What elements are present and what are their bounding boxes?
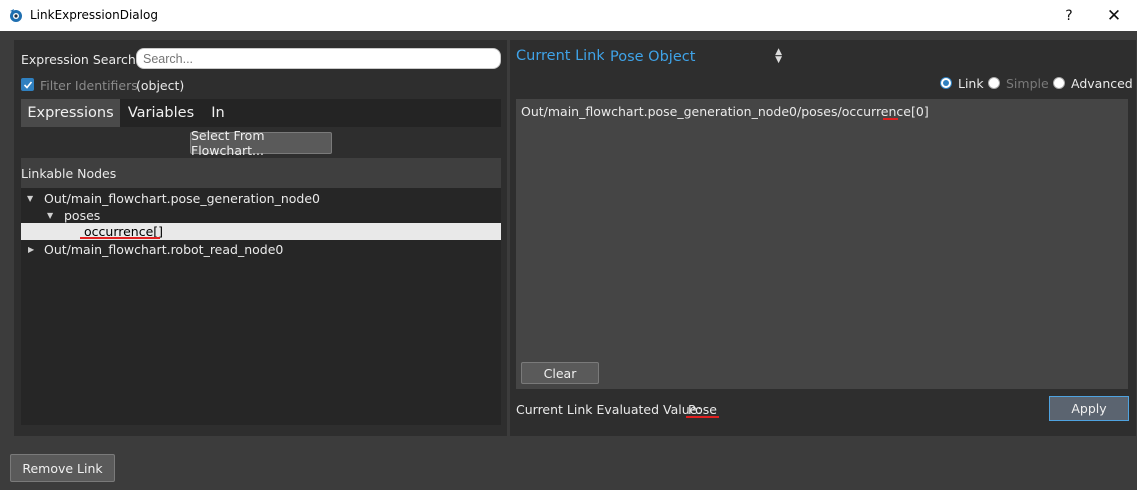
tree-item-label: Out/main_flowchart.robot_read_node0 (44, 242, 284, 257)
window-title: LinkExpressionDialog (30, 8, 158, 22)
expand-arrow-icon[interactable]: ▼ (47, 211, 53, 220)
error-underline (883, 117, 898, 120)
current-link-value: Pose Object (610, 49, 696, 65)
current-link-select[interactable]: Pose Object ▲ ▼ (604, 46, 788, 68)
close-button[interactable]: ✕ (1091, 0, 1137, 31)
mode-advanced-radio[interactable] (1053, 77, 1065, 89)
tab-expressions[interactable]: Expressions (21, 99, 120, 127)
mode-simple-label: Simple (1006, 76, 1049, 91)
mode-link-label: Link (958, 76, 984, 91)
current-link-label: Current Link: (516, 48, 610, 64)
expand-arrow-icon[interactable]: ▼ (27, 194, 33, 203)
expression-editor[interactable]: Out/main_flowchart.pose_generation_node0… (516, 99, 1128, 389)
mode-advanced-label: Advanced (1071, 76, 1133, 91)
title-bar: LinkExpressionDialog ? ✕ (0, 0, 1137, 31)
check-icon (23, 80, 32, 89)
filter-identifiers-value: (object) (136, 78, 185, 93)
tree-item-label: Out/main_flowchart.pose_generation_node0 (44, 191, 320, 206)
tab-variables[interactable]: Variables (120, 99, 202, 127)
tab-in[interactable]: In (202, 99, 234, 127)
app-icon (10, 9, 22, 22)
help-button[interactable]: ? (1046, 0, 1092, 31)
footer (0, 443, 1137, 490)
tree-item-robot-read-node[interactable]: ▶ Out/main_flowchart.robot_read_node0 (21, 241, 501, 258)
tree-item-pose-generation-node[interactable]: ▼ Out/main_flowchart.pose_generation_nod… (21, 190, 501, 207)
select-from-flowchart-button[interactable]: Select From Flowchart... (190, 128, 332, 158)
remove-link-button[interactable]: Remove Link (10, 454, 115, 482)
tree-item-label: poses (64, 208, 101, 223)
tab-bar: Expressions Variables In (21, 99, 501, 127)
filter-identifiers-checkbox[interactable] (21, 78, 34, 91)
collapse-arrow-icon[interactable]: ▶ (28, 245, 34, 254)
clear-button[interactable]: Clear (521, 362, 599, 384)
expression-search-label: Expression Search: (21, 52, 140, 67)
error-underline (686, 415, 719, 418)
mode-link-radio[interactable] (940, 77, 952, 89)
error-underline (80, 236, 160, 239)
select-arrows-icon: ▲ ▼ (775, 47, 782, 65)
expression-path: Out/main_flowchart.pose_generation_node0… (521, 104, 911, 119)
tree-item-poses[interactable]: ▼ poses (21, 207, 501, 224)
expression-index: [0] (910, 104, 929, 119)
expression-search-input[interactable] (136, 48, 501, 69)
filter-identifiers-label: Filter Identifiers (40, 78, 138, 93)
expression-text: Out/main_flowchart.pose_generation_node0… (521, 104, 929, 119)
linkable-nodes-tree: Linkable Nodes ▼ Out/main_flowchart.pose… (21, 158, 501, 425)
mode-simple-radio[interactable] (988, 77, 1000, 89)
apply-button[interactable]: Apply (1049, 396, 1129, 421)
evaluated-value-label: Current Link Evaluated Value: (516, 402, 702, 417)
tree-header: Linkable Nodes (21, 158, 501, 188)
tree-item-occurrence[interactable]: occurrence[] (21, 223, 501, 240)
